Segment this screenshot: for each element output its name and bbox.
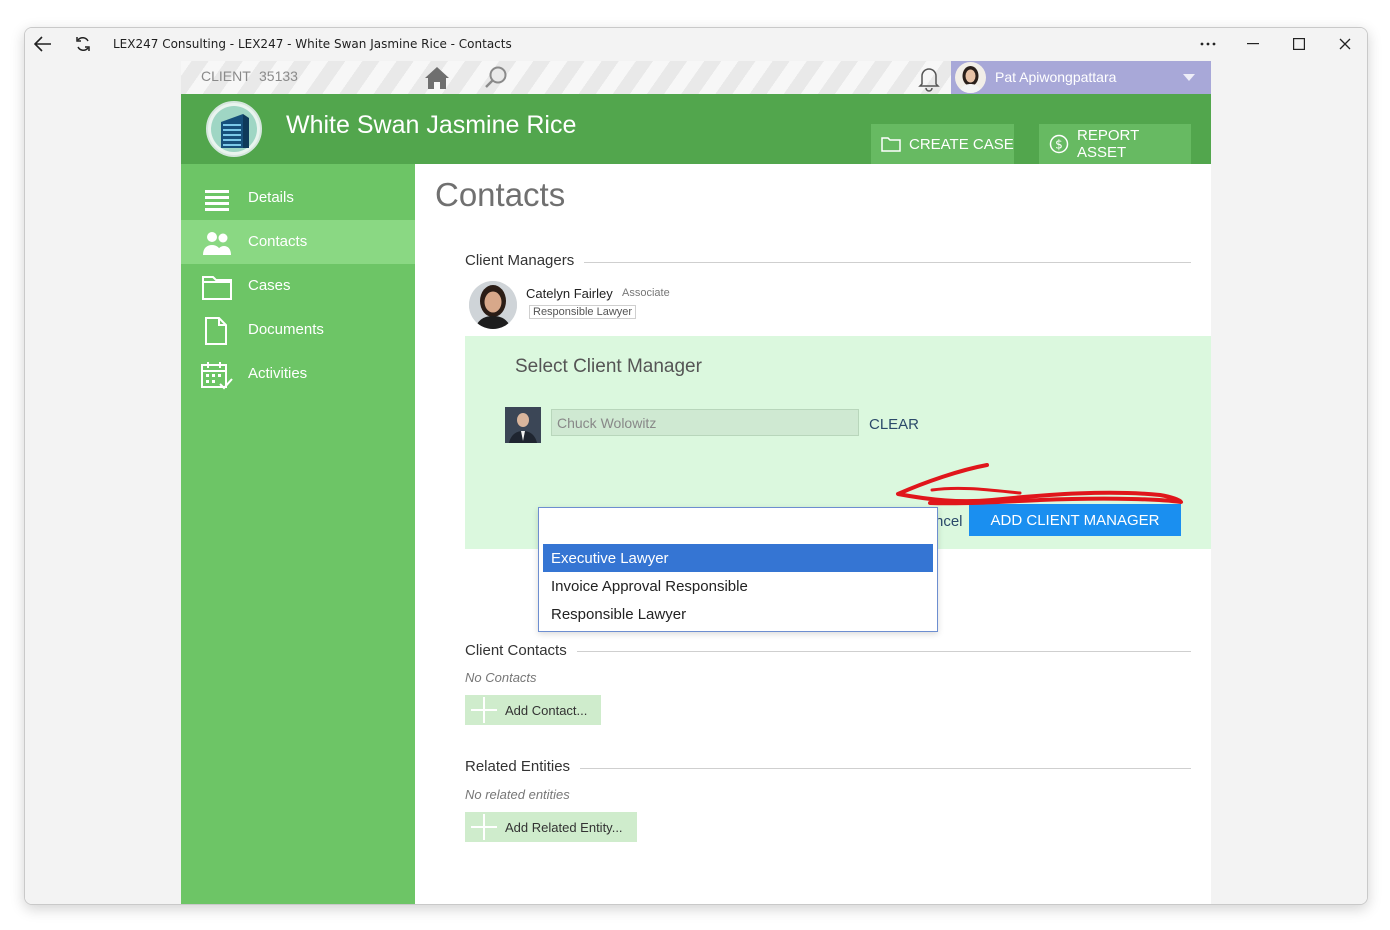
app-window: LEX247 Consulting - LEX247 - White Swan … — [24, 27, 1368, 905]
no-related-entities-text: No related entities — [465, 787, 570, 802]
create-case-label: CREATE CASE — [909, 135, 1014, 153]
sidebar-item-label: Details — [248, 189, 294, 206]
client-managers-title: Client Managers — [465, 252, 585, 269]
add-contact-button[interactable]: Add Contact... — [465, 695, 602, 725]
page-title: Contacts — [435, 176, 566, 213]
role-option-executive-lawyer[interactable]: Executive Lawyer — [543, 544, 933, 572]
svg-text:$: $ — [1055, 138, 1063, 152]
sidebar-item-label: Contacts — [248, 233, 308, 250]
client-contacts-title: Client Contacts — [465, 642, 577, 659]
window-title: LEX247 Consulting - LEX247 - White Swan … — [113, 37, 512, 51]
close-icon[interactable] — [1325, 32, 1365, 56]
user-menu[interactable]: Pat Apiwongpattara — [951, 61, 1211, 94]
dollar-icon: $ — [1049, 134, 1069, 154]
top-bar: CLIENT 35133 Pat Apiwongpattara — [181, 61, 1211, 94]
minimize-icon[interactable] — [1233, 32, 1273, 56]
plus-icon — [471, 697, 497, 723]
add-contact-label: Add Contact... — [505, 702, 588, 718]
role-option-responsible-lawyer[interactable]: Responsible Lawyer — [543, 600, 933, 628]
document-icon — [201, 317, 233, 345]
client-label: CLIENT — [201, 68, 251, 84]
user-avatar — [955, 62, 986, 93]
sidebar-item-label: Cases — [248, 277, 291, 294]
refresh-icon[interactable] — [71, 33, 95, 55]
sidebar-item-label: Activities — [248, 365, 308, 382]
user-name: Pat Apiwongpattara — [995, 69, 1117, 85]
home-icon[interactable] — [423, 65, 451, 91]
manager-position: Associate — [622, 287, 670, 299]
calendar-check-icon — [201, 361, 233, 390]
main-content: Contacts Client Managers Catelyn Fairley… — [415, 164, 1211, 904]
sidebar-item-activities[interactable]: Activities — [181, 352, 415, 396]
role-option-invoice-approval[interactable]: Invoice Approval Responsible — [543, 572, 933, 600]
sidebar-item-documents[interactable]: Documents — [181, 308, 415, 352]
sidebar: Details Contacts Cases Documents Activit… — [181, 164, 415, 904]
candidate-input[interactable] — [551, 409, 859, 436]
back-arrow-icon[interactable] — [31, 33, 55, 55]
select-manager-title: Select Client Manager — [515, 356, 702, 377]
manager-name: Catelyn Fairley — [526, 286, 613, 301]
add-related-entity-label: Add Related Entity... — [505, 819, 623, 835]
bell-icon[interactable] — [915, 64, 943, 92]
section-divider — [475, 651, 1191, 652]
chevron-down-icon[interactable] — [1183, 74, 1195, 81]
folder-icon — [881, 136, 901, 152]
role-dropdown-list[interactable]: Executive Lawyer Invoice Approval Respon… — [538, 507, 938, 632]
client-header: White Swan Jasmine Rice CREATE CASE $ RE… — [181, 94, 1211, 164]
plus-icon — [471, 814, 497, 840]
maximize-icon[interactable] — [1279, 32, 1319, 56]
sidebar-item-label: Documents — [248, 321, 324, 338]
manager-role-badge: Responsible Lawyer — [529, 305, 637, 319]
app-area: CLIENT 35133 Pat Apiwongpattara White Sw… — [181, 61, 1211, 904]
candidate-photo — [505, 407, 541, 443]
title-bar: LEX247 Consulting - LEX247 - White Swan … — [25, 28, 1367, 60]
manager-avatar — [469, 281, 517, 329]
client-title: White Swan Jasmine Rice — [286, 111, 577, 139]
report-asset-button[interactable]: $ REPORT ASSET — [1039, 124, 1191, 164]
sidebar-item-details[interactable]: Details — [181, 176, 415, 220]
client-number: 35133 — [259, 68, 298, 84]
building-logo-icon — [205, 100, 263, 158]
clear-button[interactable]: CLEAR — [869, 416, 919, 433]
cancel-button[interactable]: ncel — [935, 513, 963, 530]
create-case-button[interactable]: CREATE CASE — [871, 124, 1014, 164]
sidebar-item-contacts[interactable]: Contacts — [181, 220, 415, 264]
folder-icon — [201, 273, 233, 301]
search-icon[interactable] — [483, 65, 509, 91]
report-asset-label: REPORT ASSET — [1077, 127, 1139, 161]
sidebar-item-cases[interactable]: Cases — [181, 264, 415, 308]
section-divider — [475, 768, 1191, 769]
add-client-manager-button[interactable]: ADD CLIENT MANAGER — [969, 504, 1181, 536]
related-entities-title: Related Entities — [465, 758, 581, 775]
add-related-entity-button[interactable]: Add Related Entity... — [465, 812, 637, 842]
list-icon — [201, 185, 233, 213]
people-icon — [201, 229, 233, 257]
no-contacts-text: No Contacts — [465, 670, 537, 685]
more-options-icon[interactable] — [1188, 32, 1228, 56]
